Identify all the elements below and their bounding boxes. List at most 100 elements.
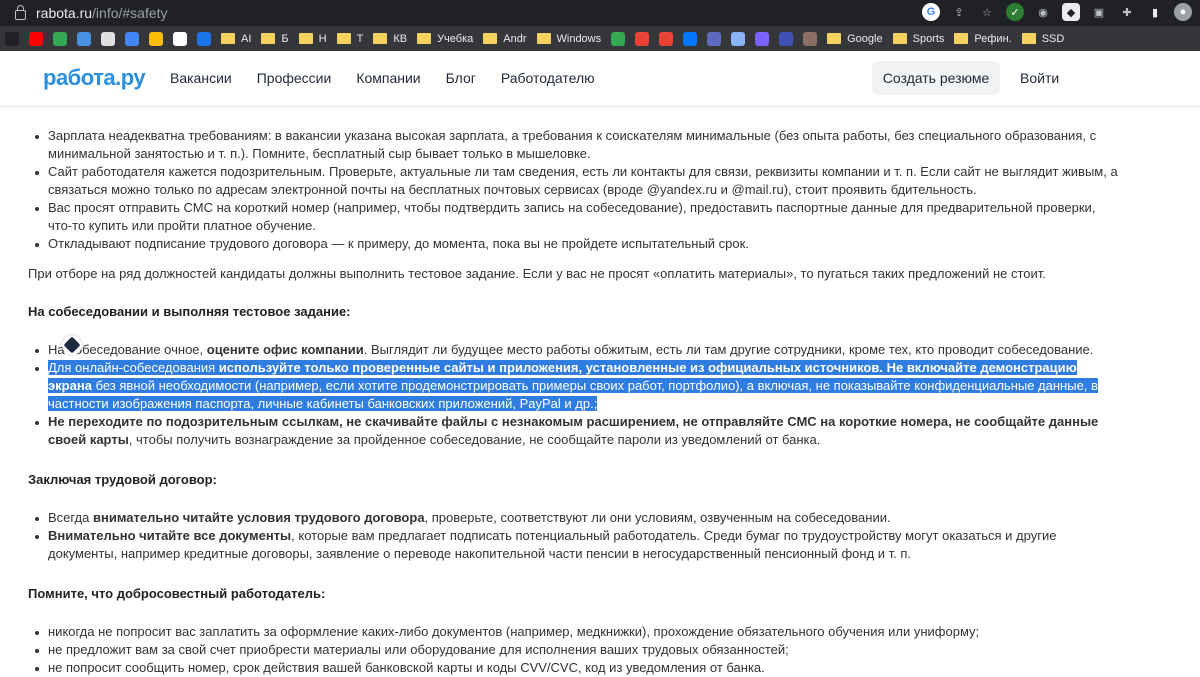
copilot-icon[interactable]: ◆ (1062, 3, 1080, 21)
bookmark-item[interactable] (48, 26, 72, 51)
folder-icon (954, 33, 969, 44)
drive-icon (53, 31, 67, 46)
bookmark-item[interactable] (774, 26, 798, 51)
bookmark-item[interactable]: Andr (478, 26, 531, 51)
camera-icon[interactable]: ▣ (1090, 3, 1108, 21)
bookmark-label: Т (356, 32, 364, 45)
cube-icon (779, 31, 794, 46)
sidebar-icon[interactable]: ▮ (1146, 3, 1164, 21)
bookmark-item[interactable] (0, 26, 24, 51)
list-item: Зарплата неадекватна требованиям: в вака… (35, 127, 1118, 163)
photo-icon (803, 31, 818, 46)
list-item: Внимательно читайте все документы, котор… (35, 527, 1118, 563)
pin-icon (635, 31, 650, 46)
bookmark-item[interactable] (678, 26, 702, 51)
folder-icon (827, 33, 842, 44)
calendar-icon (101, 31, 115, 46)
bookmark-label: SSD (1041, 32, 1065, 45)
nav-vacancies[interactable]: Вакансии (170, 70, 232, 86)
main-nav: Вакансии Профессии Компании Блог Работод… (170, 70, 595, 86)
bookmark-label: Н (318, 32, 327, 45)
bookmark-item[interactable]: Т (332, 26, 369, 51)
bookmark-item[interactable]: Google (822, 26, 887, 51)
bookmark-item[interactable] (168, 26, 192, 51)
text-part: Всегда (48, 510, 93, 525)
bookmark-item[interactable]: AI (216, 26, 256, 51)
bookmark-item[interactable] (654, 26, 678, 51)
bookmark-item[interactable] (24, 26, 48, 51)
bookmark-item[interactable] (798, 26, 822, 51)
bookmark-item[interactable] (192, 26, 216, 51)
contract-list: Всегда внимательно читайте условия трудо… (28, 509, 1118, 563)
bookmark-item[interactable] (702, 26, 726, 51)
nav-employers[interactable]: Работодателю (501, 70, 595, 86)
bookmark-item[interactable]: Рефин. (949, 26, 1016, 51)
create-resume-button[interactable]: Создать резюме (872, 61, 1000, 95)
list-item: Не переходите по подозрительным ссылкам,… (35, 413, 1118, 449)
dots-icon (611, 31, 626, 46)
heading-contract: Заключая трудовой договор: (28, 472, 217, 487)
login-link[interactable]: Войти (1020, 70, 1059, 86)
bookmark-label: Рефин. (974, 32, 1012, 45)
bookmark-item[interactable] (144, 26, 168, 51)
bookmark-label: Andr (503, 32, 527, 45)
star-icon[interactable]: ☆ (978, 3, 996, 21)
folder-icon (221, 33, 235, 44)
puzzle-icon[interactable]: ✚ (1118, 3, 1136, 21)
article-body: Зарплата неадекватна требованиям: в вака… (28, 91, 1118, 677)
bookmark-item[interactable] (630, 26, 654, 51)
employer-list: никогда не попросит вас заплатить за офо… (28, 623, 1118, 677)
bookmark-item[interactable] (606, 26, 630, 51)
four-icon (707, 31, 722, 46)
share-icon[interactable]: ⇪ (950, 3, 968, 21)
text-part: . Выглядит ли будущее место работы обжит… (363, 342, 1094, 357)
warning-list: Зарплата неадекватна требованиям: в вака… (28, 127, 1118, 253)
bookmark-item[interactable] (750, 26, 774, 51)
bookmark-item[interactable]: Н (294, 26, 332, 51)
pin-icon (659, 31, 674, 46)
sparkle-icon (731, 31, 746, 46)
nav-professions[interactable]: Профессии (257, 70, 332, 86)
site-header: работа.ру Вакансии Профессии Компании Бл… (0, 51, 1200, 105)
text-part: без явной необходимости (например, если … (48, 378, 1098, 411)
nav-blog[interactable]: Блог (446, 70, 476, 86)
bookmark-item[interactable] (96, 26, 120, 51)
bookmark-item[interactable]: Windows (532, 26, 607, 51)
eye-icon[interactable]: ◉ (1034, 3, 1052, 21)
url-host: rabota.ru (36, 5, 93, 21)
google-icon (173, 31, 187, 46)
bookmark-item[interactable]: Б (256, 26, 293, 51)
list-item-selected: Для онлайн-собеседования используйте тол… (35, 359, 1118, 413)
text-part: , проверьте, соответствуют ли они услови… (424, 510, 891, 525)
bookmark-item[interactable] (72, 26, 96, 51)
url-field[interactable]: rabota.ru/info/#safety (0, 0, 168, 26)
list-item: Сайт работодателя кажется подозрительным… (35, 164, 1118, 197)
shield-icon[interactable]: ✓ (1006, 3, 1024, 21)
bookmarks-bar: AI Б Н Т КВ Учебка Andr Windows Google Sports Рефи… (0, 26, 1200, 51)
bookmark-item[interactable] (120, 26, 144, 51)
avatar[interactable]: ● (1174, 3, 1192, 21)
bookmark-item[interactable] (726, 26, 750, 51)
folder-icon (373, 33, 388, 44)
nav-companies[interactable]: Компании (356, 70, 420, 86)
docs-icon (125, 31, 139, 46)
folder-icon (417, 33, 432, 44)
google-icon[interactable]: G (922, 3, 940, 21)
folder-icon (298, 33, 313, 44)
bookmark-item[interactable]: Учебка (412, 26, 478, 51)
lock-icon[interactable] (15, 5, 26, 20)
url-text[interactable]: rabota.ru/info/#safety (36, 5, 168, 21)
bookmark-item[interactable]: Sports (888, 26, 950, 51)
extensions-toolbar: G ⇪ ☆ ✓ ◉ ◆ ▣ ✚ ▮ ● (922, 3, 1192, 21)
copilot-float-icon[interactable] (62, 335, 82, 355)
site-logo[interactable]: работа.ру (43, 65, 146, 91)
bookmark-item[interactable]: КВ (368, 26, 412, 51)
vk-icon (683, 31, 698, 46)
bookmark-label: Windows (556, 32, 602, 45)
text-part: Для онлайн-собеседования (48, 360, 219, 375)
youtube-icon (29, 31, 43, 46)
bookmark-item[interactable]: SSD (1017, 26, 1070, 51)
bookmark-label: Sports (912, 32, 945, 45)
folder-icon (1021, 33, 1036, 44)
folder-icon (536, 33, 551, 44)
